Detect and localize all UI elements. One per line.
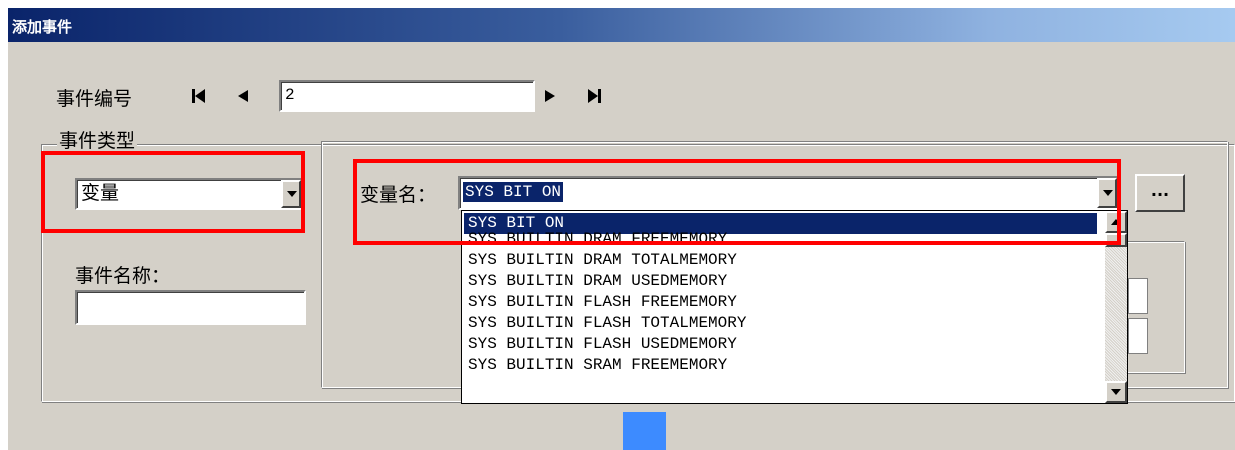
variable-name-value: SYS BIT ON bbox=[463, 182, 564, 202]
previous-record-button[interactable] bbox=[232, 85, 254, 107]
event-name-input[interactable] bbox=[75, 290, 306, 325]
event-type-select[interactable]: 变量 bbox=[75, 178, 305, 210]
triangle-right-icon bbox=[545, 90, 555, 102]
event-number-input[interactable]: 2 bbox=[279, 80, 535, 112]
event-type-dropdown-button[interactable] bbox=[281, 180, 301, 208]
variable-dropdown-button[interactable] bbox=[1097, 178, 1117, 208]
list-item[interactable]: SYS BUILTIN SRAM FREEMEMORY bbox=[464, 355, 1097, 376]
variable-name-select[interactable]: SYS BIT ON bbox=[458, 176, 1121, 210]
browse-button-label: ... bbox=[1150, 181, 1170, 200]
scroll-thumb[interactable] bbox=[1105, 233, 1127, 247]
first-record-button[interactable] bbox=[188, 85, 210, 107]
next-record-button[interactable] bbox=[539, 85, 561, 107]
list-item[interactable]: SYS BUILTIN DRAM TOTALMEMORY bbox=[464, 250, 1097, 271]
event-name-label: 事件名称： bbox=[75, 265, 171, 287]
list-item[interactable]: SYS BUILTIN DRAM FREEMEMORY bbox=[464, 229, 1097, 250]
list-item[interactable]: SYS BUILTIN FLASH USEDMEMORY bbox=[464, 334, 1097, 355]
skip-first-icon bbox=[192, 89, 205, 103]
event-type-value: 变量 bbox=[81, 182, 120, 204]
browse-button[interactable]: ... bbox=[1135, 174, 1185, 212]
window-title: 添加事件 bbox=[12, 18, 73, 36]
chevron-down-icon bbox=[287, 191, 297, 197]
scroll-up-button[interactable] bbox=[1105, 211, 1127, 233]
list-item[interactable]: SYS BUILTIN FLASH TOTALMEMORY bbox=[464, 313, 1097, 334]
list-scrollbar[interactable] bbox=[1105, 211, 1127, 403]
chevron-down-icon bbox=[1103, 190, 1113, 196]
hidden-field bbox=[1128, 278, 1148, 314]
variable-dropdown-list[interactable]: SYS BIT ON SYS BUILTIN DRAM FREEMEMORY S… bbox=[461, 210, 1128, 404]
scroll-down-button[interactable] bbox=[1105, 381, 1127, 403]
status-marker bbox=[623, 412, 666, 450]
title-bar[interactable]: 添加事件 bbox=[8, 8, 1235, 42]
chevron-down-icon bbox=[1111, 389, 1121, 395]
list-item[interactable]: SYS BUILTIN FLASH FREEMEMORY bbox=[464, 292, 1097, 313]
hidden-field bbox=[1128, 318, 1148, 354]
event-type-group-label: 事件类型 bbox=[57, 126, 138, 153]
triangle-left-icon bbox=[238, 90, 248, 102]
skip-last-icon bbox=[588, 89, 601, 103]
chevron-up-icon bbox=[1111, 219, 1121, 225]
list-item[interactable]: SYS BUILTIN DRAM USEDMEMORY bbox=[464, 271, 1097, 292]
add-event-dialog: 添加事件 事件编号 2 事件类型 变量 事件名称： 变量名： SYS BIT O… bbox=[8, 8, 1235, 450]
last-record-button[interactable] bbox=[583, 85, 605, 107]
event-number-label: 事件编号 bbox=[56, 88, 133, 110]
variable-name-label: 变量名： bbox=[360, 184, 437, 206]
